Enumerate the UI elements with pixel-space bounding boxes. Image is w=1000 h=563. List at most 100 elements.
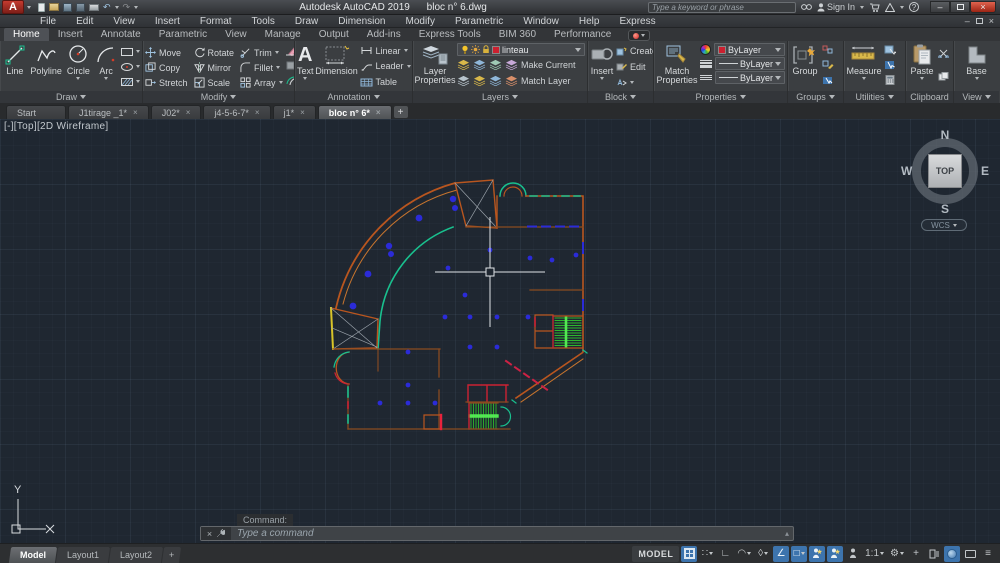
panel-label-utilities[interactable]: Utilities bbox=[844, 91, 905, 103]
panel-label-clipboard[interactable]: Clipboard bbox=[906, 91, 953, 103]
polar-tracking-toggle[interactable]: ◠ bbox=[735, 546, 753, 562]
app-store-cart-icon[interactable] bbox=[869, 2, 880, 13]
ribbon-tab-output[interactable]: Output bbox=[310, 28, 358, 41]
group-selection-button[interactable] bbox=[822, 76, 834, 88]
tab-close-icon[interactable]: × bbox=[376, 108, 381, 117]
grid-toggle[interactable] bbox=[681, 546, 697, 562]
menu-format[interactable]: Format bbox=[190, 16, 242, 27]
quick-properties-toggle[interactable] bbox=[926, 546, 942, 562]
layer-tool-icon[interactable] bbox=[505, 75, 518, 86]
graphics-performance-toggle[interactable] bbox=[944, 546, 960, 562]
make-current-button[interactable]: Make Current bbox=[521, 60, 576, 70]
file-tab-j02[interactable]: J02*× bbox=[151, 105, 202, 119]
block-attributes-button[interactable] bbox=[616, 78, 653, 87]
ribbon-tab-insert[interactable]: Insert bbox=[49, 28, 92, 41]
command-input[interactable] bbox=[231, 528, 781, 539]
new-drawing-tab-button[interactable]: + bbox=[394, 106, 408, 118]
object-color-select[interactable]: ByLayer bbox=[714, 43, 785, 56]
linear-dimension-button[interactable]: Linear bbox=[360, 46, 411, 56]
close-button[interactable]: × bbox=[970, 1, 996, 13]
rotate-button[interactable]: Rotate bbox=[194, 47, 235, 58]
panel-label-properties[interactable]: Properties bbox=[654, 91, 787, 103]
menu-dimension[interactable]: Dimension bbox=[328, 16, 395, 27]
viewcube[interactable]: N S W E TOP bbox=[905, 131, 985, 211]
menu-tools[interactable]: Tools bbox=[242, 16, 285, 27]
dimension-button[interactable]: Dimension bbox=[316, 42, 358, 91]
ribbon-tab-manage[interactable]: Manage bbox=[256, 28, 310, 41]
cut-button[interactable] bbox=[938, 49, 950, 61]
table-button[interactable]: Table bbox=[360, 77, 411, 87]
layer-tool-icon[interactable] bbox=[489, 59, 502, 70]
layout1-tab[interactable]: Layout1 bbox=[56, 547, 110, 563]
layer-tool-icon[interactable] bbox=[473, 59, 486, 70]
line-button[interactable]: Line bbox=[2, 42, 28, 91]
a360-caret-icon[interactable] bbox=[900, 6, 904, 9]
file-tab-j1[interactable]: j1*× bbox=[273, 105, 316, 119]
fillet-button[interactable]: Fillet bbox=[240, 62, 283, 73]
clean-screen-button[interactable] bbox=[962, 546, 978, 562]
ribbon-tab-annotate[interactable]: Annotate bbox=[92, 28, 150, 41]
stretch-button[interactable]: Stretch bbox=[145, 77, 188, 88]
doc-restore-button[interactable] bbox=[976, 18, 983, 24]
array-button[interactable]: Array bbox=[240, 77, 283, 88]
copy-clip-button[interactable] bbox=[938, 72, 950, 84]
ribbon-tab-view[interactable]: View bbox=[216, 28, 256, 41]
panel-label-layers[interactable]: Layers bbox=[413, 91, 587, 103]
customization-menu-button[interactable]: ≡ bbox=[980, 546, 996, 562]
explode-button[interactable] bbox=[285, 60, 294, 74]
ribbon-tab-home[interactable]: Home bbox=[4, 28, 49, 41]
snap-toggle[interactable]: ∷ bbox=[699, 546, 715, 562]
a360-icon[interactable] bbox=[885, 2, 895, 13]
file-tab-j4567[interactable]: j4-5-6-7*× bbox=[203, 105, 270, 119]
qat-customize-caret-icon[interactable] bbox=[134, 6, 138, 9]
move-button[interactable]: Move bbox=[145, 47, 188, 58]
wcs-selector[interactable]: WCS bbox=[921, 219, 967, 231]
ribbon-tab-bim360[interactable]: BIM 360 bbox=[490, 28, 545, 41]
menu-insert[interactable]: Insert bbox=[145, 16, 190, 27]
ribbon-tab-express-tools[interactable]: Express Tools bbox=[410, 28, 490, 41]
text-button[interactable]: A Text bbox=[297, 42, 314, 91]
menu-modify[interactable]: Modify bbox=[396, 16, 445, 27]
new-layout-button[interactable]: + bbox=[162, 547, 182, 563]
viewcube-south[interactable]: S bbox=[941, 202, 949, 216]
plot-icon[interactable] bbox=[89, 4, 99, 11]
menu-view[interactable]: View bbox=[103, 16, 145, 27]
edit-block-button[interactable]: Edit bbox=[616, 62, 653, 72]
rectangle-tool-button[interactable] bbox=[120, 47, 140, 57]
model-space-toggle[interactable]: MODEL bbox=[632, 546, 679, 562]
tab-close-icon[interactable]: × bbox=[255, 108, 260, 117]
help-icon[interactable]: ? bbox=[909, 2, 919, 12]
ribbon-tab-addins[interactable]: Add-ins bbox=[358, 28, 410, 41]
annotation-scale-value[interactable]: 1:1 bbox=[863, 546, 886, 562]
viewcube-west[interactable]: W bbox=[901, 164, 912, 178]
arc-button[interactable]: Arc bbox=[94, 42, 118, 91]
search-binoculars-icon[interactable] bbox=[801, 2, 812, 13]
scale-button[interactable]: Scale bbox=[194, 77, 235, 88]
circle-button[interactable]: Circle bbox=[65, 42, 93, 91]
ribbon-tab-performance[interactable]: Performance bbox=[545, 28, 620, 41]
tab-close-icon[interactable]: × bbox=[300, 108, 305, 117]
maximize-button[interactable] bbox=[950, 1, 970, 13]
panel-label-annotation[interactable]: Annotation bbox=[295, 91, 412, 103]
linetype-select[interactable]: ByLayer bbox=[715, 71, 785, 84]
object-snap-toggle[interactable]: □ bbox=[791, 546, 807, 562]
open-file-icon[interactable] bbox=[49, 3, 59, 11]
viewcube-north[interactable]: N bbox=[941, 128, 950, 142]
command-bar[interactable]: × ▴ bbox=[200, 526, 794, 541]
leader-button[interactable]: Leader bbox=[360, 61, 411, 71]
viewcube-east[interactable]: E bbox=[981, 164, 989, 178]
insert-block-button[interactable]: Insert bbox=[590, 42, 614, 91]
panel-label-modify[interactable]: Modify bbox=[143, 91, 294, 103]
menu-window[interactable]: Window bbox=[513, 16, 569, 27]
group-edit-button[interactable] bbox=[822, 60, 834, 72]
create-block-button[interactable]: Create bbox=[616, 46, 653, 56]
customize-wrench-icon[interactable] bbox=[216, 529, 225, 538]
model-tab[interactable]: Model bbox=[9, 547, 57, 563]
minimize-button[interactable]: – bbox=[930, 1, 950, 13]
search-input[interactable] bbox=[648, 2, 796, 13]
erase-button[interactable] bbox=[285, 45, 294, 59]
panel-label-block[interactable]: Block bbox=[588, 91, 653, 103]
quick-select-button[interactable] bbox=[884, 45, 896, 58]
layer-tool-icon[interactable] bbox=[505, 59, 518, 70]
logo-caret-icon[interactable] bbox=[27, 6, 31, 9]
